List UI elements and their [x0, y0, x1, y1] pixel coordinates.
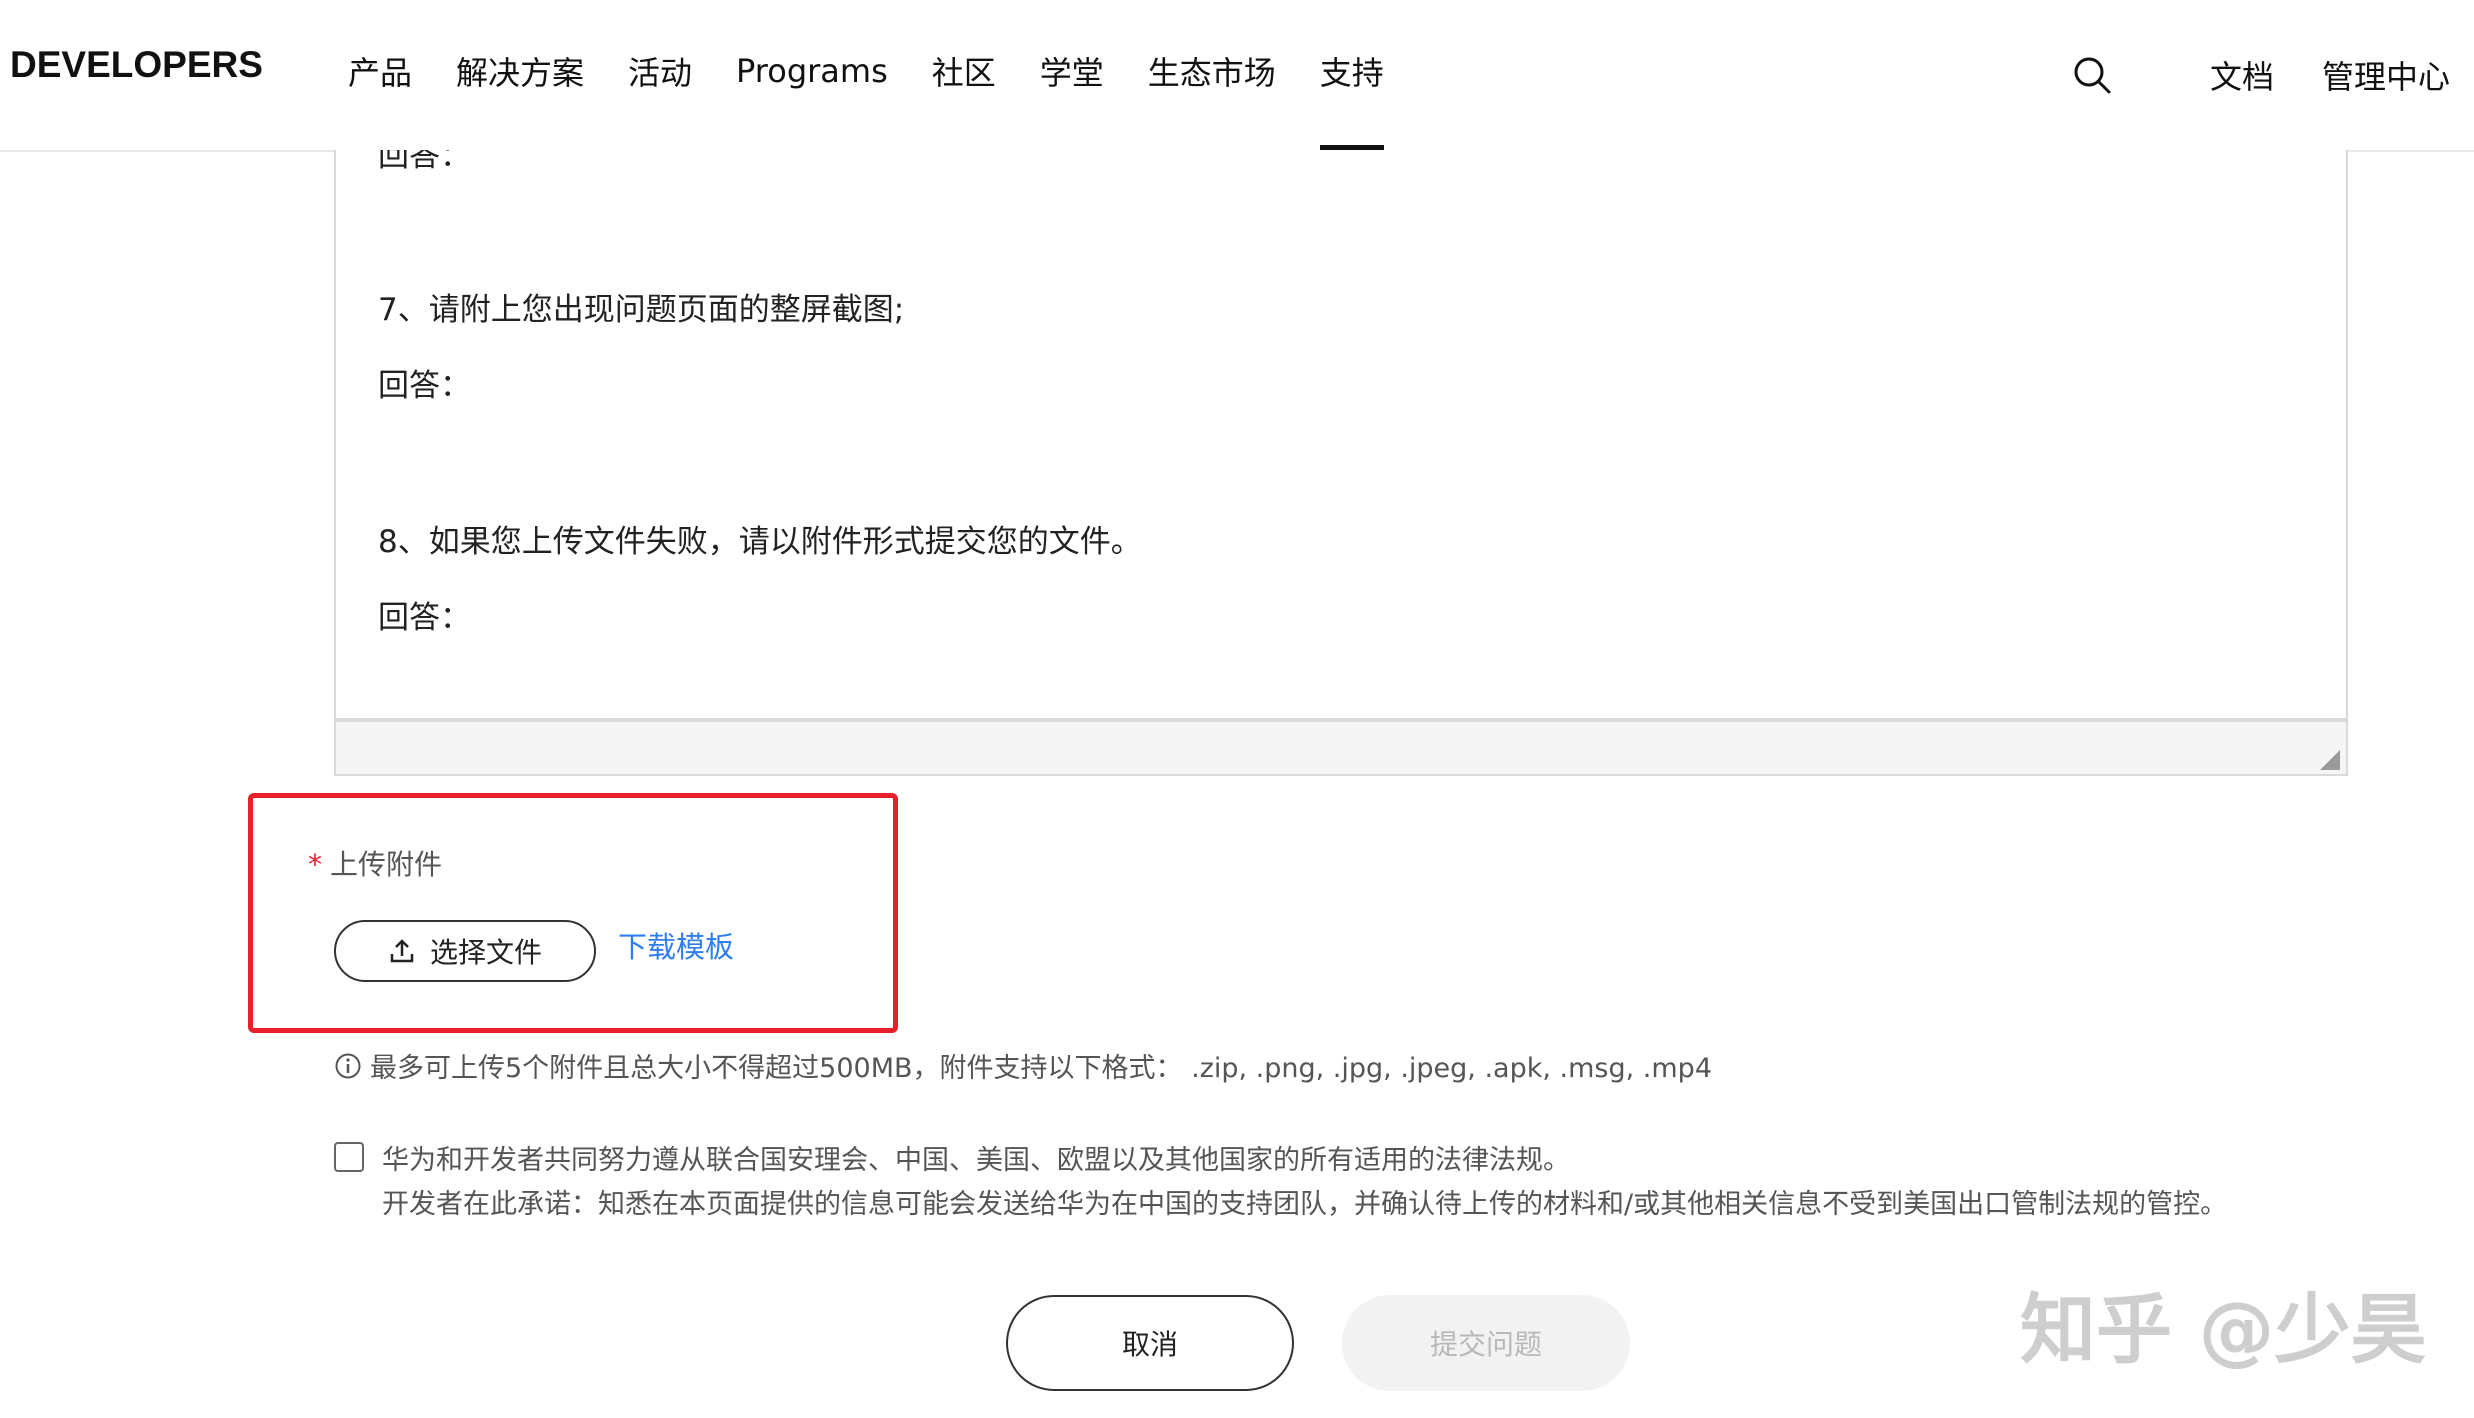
zhihu-watermark: 知乎 @少昊	[2020, 1285, 2427, 1374]
question-7: 7、请附上您出现问题页面的整屏截图;	[378, 292, 905, 328]
choose-file-label: 选择文件	[429, 936, 542, 969]
resize-handle-icon[interactable]	[2318, 748, 2340, 770]
developers-logo[interactable]: DEVELOPERS	[10, 44, 263, 86]
submit-button[interactable]: 提交问题	[1342, 1295, 1630, 1391]
nav-item-events[interactable]: 活动	[628, 0, 692, 150]
info-icon	[334, 1052, 362, 1080]
nav-item-support[interactable]: 支持	[1319, 0, 1384, 150]
required-mark: *	[308, 848, 322, 881]
description-textarea[interactable]: 回答： 7、请附上您出现问题页面的整屏截图; 回答： 8、如果您上传文件失败，请…	[334, 150, 2348, 720]
highlight-box	[248, 793, 898, 1033]
upload-info: 最多可上传5个附件且总大小不得超过500MB，附件支持以下格式： .zip, .…	[334, 1046, 1712, 1085]
nav-item-community[interactable]: 社区	[932, 0, 996, 150]
answer-label-8: 回答：	[378, 600, 471, 636]
docs-link[interactable]: 文档	[2210, 52, 2274, 98]
page: DEVELOPERS 产品 解决方案 活动 Programs 社区 学堂 生态市…	[0, 0, 2474, 1418]
agreement-text-line1: 华为和开发者共同努力遵从联合国安理会、中国、美国、欧盟以及其他国家的所有适用的法…	[382, 1145, 1570, 1176]
textarea-footer	[334, 720, 2348, 776]
nav-item-marketplace[interactable]: 生态市场	[1148, 0, 1276, 150]
answer-label-7: 回答：	[378, 368, 471, 404]
upload-label: * 上传附件	[308, 843, 442, 883]
nav-item-products[interactable]: 产品	[348, 0, 412, 150]
upload-label-text: 上传附件	[330, 848, 443, 881]
nav-item-solutions[interactable]: 解决方案	[456, 0, 584, 150]
nav-item-academy[interactable]: 学堂	[1040, 0, 1104, 150]
cancel-button[interactable]: 取消	[1006, 1295, 1294, 1391]
upload-info-text: 最多可上传5个附件且总大小不得超过500MB，附件支持以下格式： .zip, .…	[370, 1053, 1712, 1084]
agreement-checkbox[interactable]	[334, 1142, 364, 1172]
question-8: 8、如果您上传文件失败，请以附件形式提交您的文件。	[378, 524, 1142, 560]
agreement-text-line2: 开发者在此承诺：知悉在本页面提供的信息可能会发送给华为在中国的支持团队，并确认待…	[382, 1189, 2228, 1220]
choose-file-button[interactable]: 选择文件	[334, 920, 596, 982]
answer-label-partial: 回答：	[378, 150, 471, 174]
console-link[interactable]: 管理中心	[2322, 52, 2450, 98]
nav-item-programs[interactable]: Programs	[736, 0, 888, 150]
main-nav: 产品 解决方案 活动 Programs 社区 学堂 生态市场 支持	[348, 0, 1428, 150]
top-nav-bar: DEVELOPERS 产品 解决方案 活动 Programs 社区 学堂 生态市…	[0, 0, 2474, 152]
upload-icon	[388, 937, 416, 965]
download-template-link[interactable]: 下载模板	[618, 924, 734, 966]
search-icon[interactable]	[2070, 53, 2114, 97]
header-actions: 文档 管理中心	[2070, 0, 2450, 150]
